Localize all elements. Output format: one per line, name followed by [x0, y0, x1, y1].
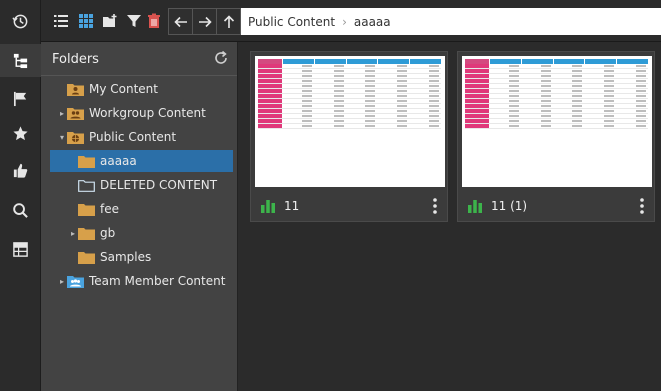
- folder-icon: [78, 228, 95, 240]
- back-button[interactable]: [168, 8, 193, 35]
- folder-icon: [78, 252, 95, 264]
- arrow-up-icon: [223, 14, 234, 28]
- tree-item-deleted-content[interactable]: DELETED CONTENT: [68, 174, 237, 196]
- globe-folder-icon: [67, 132, 84, 144]
- breadcrumb-item[interactable]: Public Content: [248, 15, 335, 29]
- tree-item-label: Public Content: [89, 130, 177, 144]
- report-thumbnail[interactable]: [255, 56, 445, 187]
- grid-view-button[interactable]: [76, 11, 96, 31]
- refresh-icon[interactable]: [213, 50, 229, 66]
- tree-item-aaaaa[interactable]: aaaaa: [50, 150, 233, 172]
- filter-button[interactable]: [124, 11, 144, 31]
- tree-item-gb[interactable]: ▸ gb: [68, 222, 237, 244]
- tree-item-team-member-content[interactable]: ▸ Team Member Content: [57, 270, 237, 292]
- tree-item-label: aaaaa: [100, 154, 137, 168]
- history-icon: [12, 14, 28, 29]
- thumbs-up-icon: [13, 163, 28, 178]
- arrow-right-icon: [198, 16, 212, 27]
- list-view-icon: [54, 15, 68, 27]
- tree-item-samples[interactable]: Samples: [68, 246, 237, 268]
- user-folder-icon: [67, 84, 84, 96]
- more-options-icon[interactable]: [638, 197, 646, 215]
- content-area: 11 11 (1): [239, 42, 661, 391]
- card-footer: 11: [251, 190, 449, 222]
- tree-item-label: gb: [100, 226, 116, 240]
- list-view-button[interactable]: [51, 11, 71, 31]
- tree-item-label: DELETED CONTENT: [100, 178, 218, 192]
- report-card[interactable]: 11: [250, 51, 448, 222]
- report-thumbnail[interactable]: [462, 56, 652, 187]
- recent-button[interactable]: [0, 5, 41, 38]
- bar-chart-icon: [261, 200, 275, 213]
- data-button[interactable]: [0, 233, 41, 266]
- chevron-right-icon[interactable]: ▸: [57, 109, 67, 118]
- card-title[interactable]: 11: [284, 199, 299, 213]
- left-rail: [0, 0, 41, 391]
- new-folder-icon: [103, 14, 117, 27]
- panel-title: Folders: [52, 52, 99, 67]
- tree-item-label: Team Member Content: [89, 274, 226, 288]
- breadcrumb-item[interactable]: aaaaa: [354, 15, 391, 29]
- breadcrumb: Public Content › aaaaa: [241, 8, 661, 35]
- arrow-left-icon: [173, 16, 187, 27]
- folder-icon: [78, 156, 95, 168]
- thumbnail-table: [465, 59, 648, 129]
- filter-icon: [127, 15, 141, 27]
- report-card[interactable]: 11 (1): [457, 51, 655, 222]
- more-options-icon[interactable]: [431, 197, 439, 215]
- favorites-button[interactable]: [0, 117, 41, 150]
- folder-icon: [78, 204, 95, 216]
- tree-item-label: Workgroup Content: [89, 106, 206, 120]
- empty-folder-icon: [78, 180, 95, 192]
- forward-button[interactable]: [192, 8, 217, 35]
- star-icon: [13, 126, 28, 141]
- folders-panel-header: Folders: [41, 42, 237, 76]
- card-title[interactable]: 11 (1): [491, 199, 527, 213]
- up-button[interactable]: [216, 8, 241, 35]
- chevron-right-icon[interactable]: ▸: [68, 229, 78, 238]
- thumbnail-table: [258, 59, 441, 129]
- folder-tree-icon: [13, 53, 28, 69]
- flag-icon: [13, 91, 27, 107]
- tree-item-public-content[interactable]: ▾ Public Content: [57, 126, 237, 148]
- new-folder-button[interactable]: [100, 11, 120, 31]
- tree-item-workgroup-content[interactable]: ▸ Workgroup Content: [57, 102, 237, 124]
- chevron-right-icon[interactable]: ▸: [57, 277, 67, 286]
- delete-button[interactable]: [144, 11, 164, 31]
- tree-item-label: fee: [100, 202, 119, 216]
- grid-view-icon: [79, 14, 93, 28]
- database-grid-icon: [13, 242, 28, 257]
- tree-item-fee[interactable]: fee: [68, 198, 237, 220]
- app-window: Public Content › aaaaa Folders My Conten…: [0, 0, 661, 391]
- recommended-button[interactable]: [0, 154, 41, 187]
- search-icon: [13, 203, 28, 218]
- folders-button[interactable]: [0, 44, 41, 77]
- team-folder-icon: [67, 276, 84, 288]
- card-footer: 11 (1): [458, 190, 656, 222]
- bar-chart-icon: [468, 200, 482, 213]
- tree-item-label: My Content: [89, 82, 158, 96]
- tree-item-my-content[interactable]: My Content: [57, 78, 237, 100]
- folders-panel: Folders My Content ▸ Workgroup Content ▾…: [41, 42, 238, 391]
- search-button[interactable]: [0, 194, 41, 227]
- toolbar: Public Content › aaaaa: [41, 0, 661, 42]
- chevron-down-icon[interactable]: ▾: [57, 133, 67, 142]
- trash-icon: [148, 13, 160, 28]
- flagged-button[interactable]: [0, 82, 41, 115]
- group-folder-icon: [67, 108, 84, 120]
- breadcrumb-separator-icon: ›: [342, 14, 347, 29]
- tree-item-label: Samples: [100, 250, 152, 264]
